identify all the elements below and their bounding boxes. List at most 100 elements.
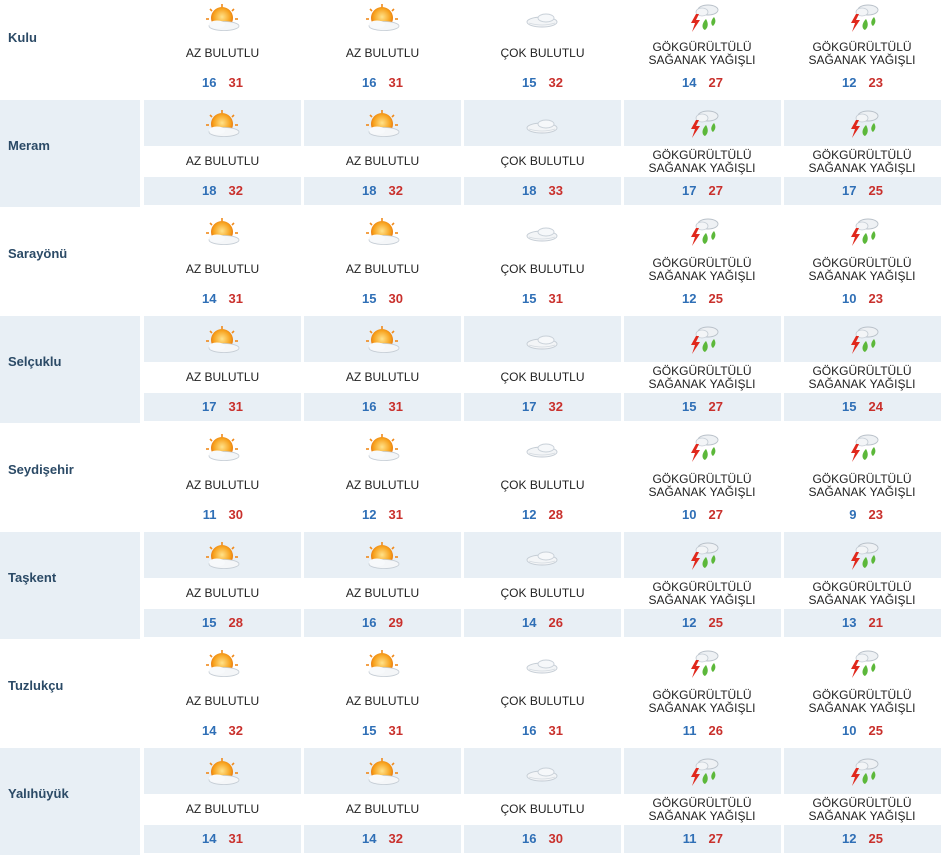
temperature-range: 14 32 xyxy=(144,723,301,738)
thunderstorm-icon xyxy=(682,540,722,572)
thunderstorm-icon xyxy=(682,432,722,464)
cloud-icon xyxy=(522,2,562,34)
min-temperature: 18 xyxy=(202,183,217,198)
forecast-cell: GÖKGÜRÜLTÜLÜ SAĞANAK YAĞIŞLI 12 25 xyxy=(624,208,781,316)
thunderstorm-icon xyxy=(682,2,722,34)
min-temperature: 13 xyxy=(842,615,857,630)
max-temperature: 23 xyxy=(868,291,883,306)
condition-label: AZ BULUTLU xyxy=(345,154,420,168)
district-row: Sarayönü AZ BULUTLU 14 31 AZ BULUTLU 15 30 ÇOK … xyxy=(0,208,952,316)
min-temperature: 12 xyxy=(842,75,857,90)
temperature-range: 15 28 xyxy=(144,615,301,630)
cloud-icon xyxy=(522,540,562,572)
condition-label: GÖKGÜRÜLTÜLÜ SAĞANAK YAĞIŞLI xyxy=(648,472,756,499)
condition-label: AZ BULUTLU xyxy=(185,694,260,708)
temperature-range: 11 26 xyxy=(624,723,781,738)
condition-label: GÖKGÜRÜLTÜLÜ SAĞANAK YAĞIŞLI xyxy=(808,364,916,391)
thunderstorm-icon xyxy=(842,108,882,140)
forecast-cell: AZ BULUTLU 16 31 xyxy=(144,0,301,100)
forecast-cell: ÇOK BULUTLU 12 28 xyxy=(464,424,621,532)
district-row: Yalıhüyük AZ BULUTLU 14 31 AZ BULUTLU 14 32 ÇOK… xyxy=(0,748,952,856)
max-temperature: 31 xyxy=(228,75,243,90)
condition-label: GÖKGÜRÜLTÜLÜ SAĞANAK YAĞIŞLI xyxy=(808,580,916,607)
condition-label: AZ BULUTLU xyxy=(345,586,420,600)
max-temperature: 32 xyxy=(388,183,403,198)
temperature-range: 14 31 xyxy=(144,291,301,306)
temperature-range: 17 32 xyxy=(464,399,621,414)
sun-cloud-icon xyxy=(202,108,242,140)
temperature-range: 14 31 xyxy=(144,831,301,846)
forecast-cell: AZ BULUTLU 15 31 xyxy=(304,640,461,748)
district-row: Taşkent AZ BULUTLU 15 28 AZ BULUTLU 16 29 ÇOK B… xyxy=(0,532,952,640)
cloud-icon xyxy=(522,648,562,680)
condition-label: AZ BULUTLU xyxy=(185,370,260,384)
temperature-range: 10 23 xyxy=(784,291,941,306)
sun-cloud-icon xyxy=(362,648,402,680)
condition-label: ÇOK BULUTLU xyxy=(500,586,585,600)
temperature-range: 17 27 xyxy=(624,183,781,198)
sun-cloud-icon xyxy=(202,2,242,34)
min-temperature: 15 xyxy=(362,291,377,306)
max-temperature: 26 xyxy=(548,615,563,630)
min-temperature: 16 xyxy=(202,75,217,90)
min-temperature: 11 xyxy=(682,831,697,846)
forecast-cell: AZ BULUTLU 14 31 xyxy=(144,208,301,316)
forecast-cell: GÖKGÜRÜLTÜLÜ SAĞANAK YAĞIŞLI 12 25 xyxy=(784,748,941,856)
min-temperature: 17 xyxy=(202,399,217,414)
forecast-cell: ÇOK BULUTLU 16 30 xyxy=(464,748,621,856)
max-temperature: 27 xyxy=(708,831,723,846)
condition-label: ÇOK BULUTLU xyxy=(500,46,585,60)
temperature-range: 18 32 xyxy=(144,183,301,198)
temperature-range: 18 33 xyxy=(464,183,621,198)
forecast-cell: GÖKGÜRÜLTÜLÜ SAĞANAK YAĞIŞLI 10 25 xyxy=(784,640,941,748)
max-temperature: 31 xyxy=(388,507,403,522)
condition-label: ÇOK BULUTLU xyxy=(500,478,585,492)
forecast-cell: ÇOK BULUTLU 18 33 xyxy=(464,100,621,208)
temperature-range: 11 30 xyxy=(144,507,301,522)
max-temperature: 31 xyxy=(548,723,563,738)
min-temperature: 17 xyxy=(842,183,857,198)
condition-label: GÖKGÜRÜLTÜLÜ SAĞANAK YAĞIŞLI xyxy=(648,580,756,607)
condition-label: AZ BULUTLU xyxy=(185,154,260,168)
max-temperature: 23 xyxy=(868,507,883,522)
max-temperature: 25 xyxy=(868,723,883,738)
district-name: Meram xyxy=(0,100,140,208)
min-temperature: 11 xyxy=(682,723,697,738)
max-temperature: 25 xyxy=(708,291,723,306)
district-forecast-table: Kulu AZ BULUTLU 16 31 AZ BULUTLU 16 31 ÇOK BULU… xyxy=(0,0,952,856)
max-temperature: 32 xyxy=(388,831,403,846)
temperature-range: 15 27 xyxy=(624,399,781,414)
forecast-cell: ÇOK BULUTLU 16 31 xyxy=(464,640,621,748)
temperature-range: 15 31 xyxy=(304,723,461,738)
forecast-cell: AZ BULUTLU 18 32 xyxy=(304,100,461,208)
min-temperature: 10 xyxy=(842,723,857,738)
condition-label: AZ BULUTLU xyxy=(345,802,420,816)
min-temperature: 16 xyxy=(362,399,377,414)
min-temperature: 10 xyxy=(842,291,857,306)
temperature-range: 12 28 xyxy=(464,507,621,522)
forecast-cell: AZ BULUTLU 14 31 xyxy=(144,748,301,856)
max-temperature: 31 xyxy=(228,831,243,846)
temperature-range: 17 31 xyxy=(144,399,301,414)
max-temperature: 32 xyxy=(228,183,243,198)
district-name: Selçuklu xyxy=(0,316,140,424)
temperature-range: 12 25 xyxy=(624,291,781,306)
max-temperature: 23 xyxy=(868,75,883,90)
forecast-cell: GÖKGÜRÜLTÜLÜ SAĞANAK YAĞIŞLI 15 27 xyxy=(624,316,781,424)
max-temperature: 29 xyxy=(388,615,403,630)
condition-label: GÖKGÜRÜLTÜLÜ SAĞANAK YAĞIŞLI xyxy=(808,688,916,715)
sun-cloud-icon xyxy=(362,108,402,140)
min-temperature: 14 xyxy=(202,723,217,738)
condition-label: AZ BULUTLU xyxy=(185,46,260,60)
max-temperature: 27 xyxy=(708,399,723,414)
sun-cloud-icon xyxy=(202,540,242,572)
temperature-range: 17 25 xyxy=(784,183,941,198)
condition-label: GÖKGÜRÜLTÜLÜ SAĞANAK YAĞIŞLI xyxy=(648,40,756,67)
min-temperature: 12 xyxy=(842,831,857,846)
forecast-cell: ÇOK BULUTLU 14 26 xyxy=(464,532,621,640)
temperature-range: 11 27 xyxy=(624,831,781,846)
temperature-range: 16 31 xyxy=(464,723,621,738)
forecast-cell: ÇOK BULUTLU 15 31 xyxy=(464,208,621,316)
max-temperature: 26 xyxy=(708,723,723,738)
max-temperature: 32 xyxy=(548,399,563,414)
